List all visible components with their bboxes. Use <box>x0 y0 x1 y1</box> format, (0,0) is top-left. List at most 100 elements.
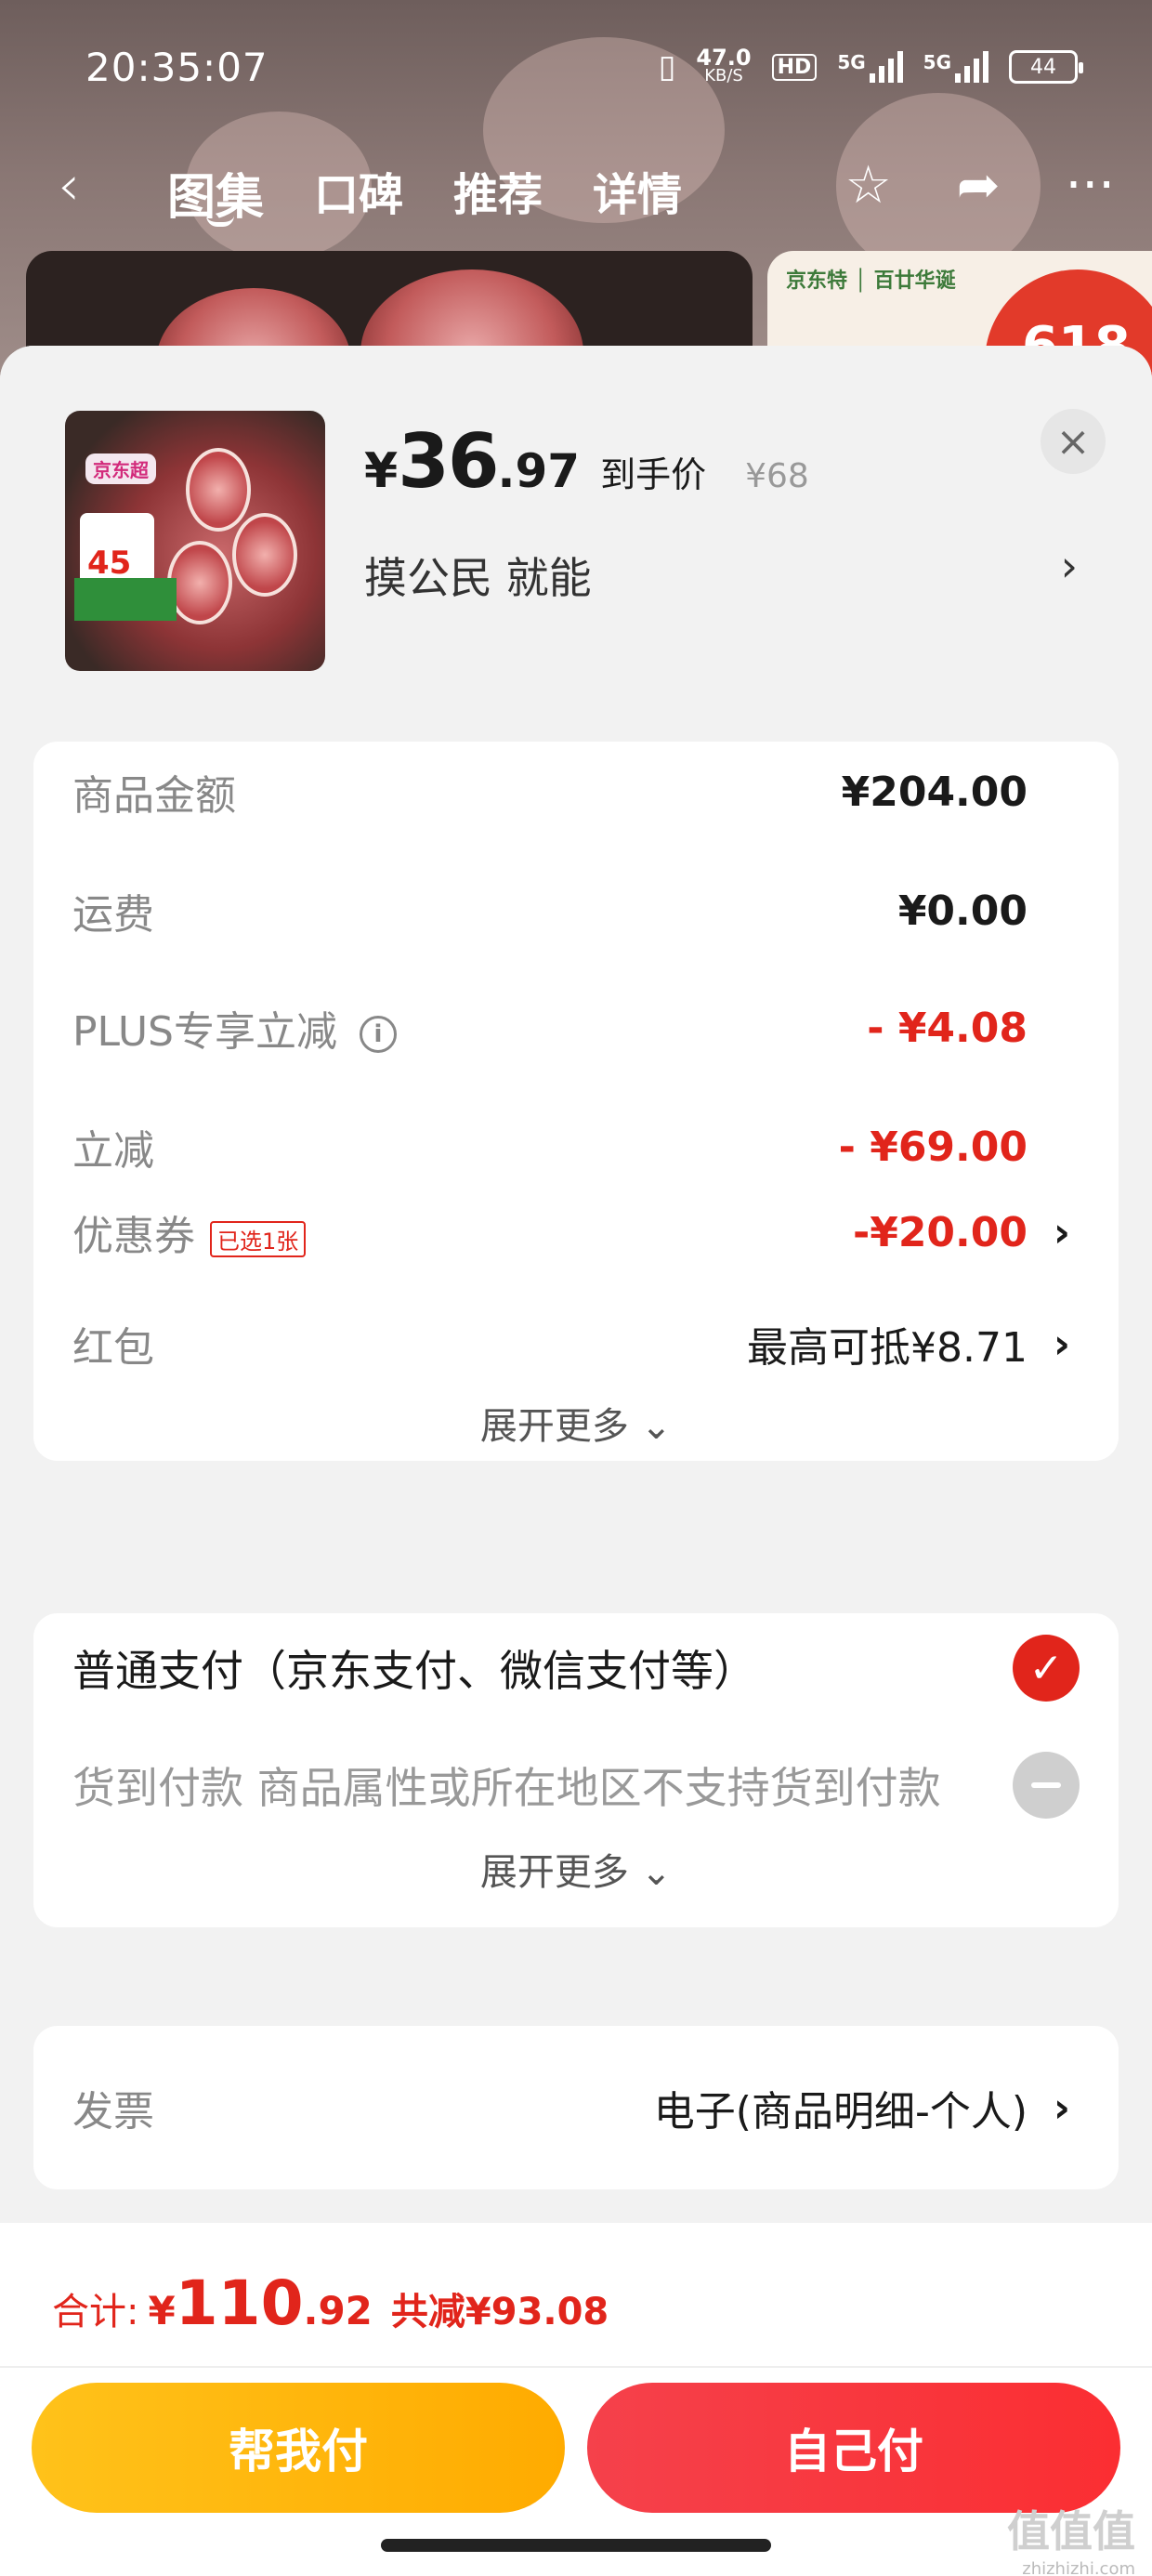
row-label: 发票 <box>72 2088 154 2136</box>
row-label: 优惠券 <box>72 1213 195 1260</box>
payment-card-cont: 展开更多 ⌄ <box>33 1823 1119 1927</box>
divider <box>0 2366 1152 2368</box>
row-label-wrap: 优惠券 已选1张 <box>72 1203 307 1262</box>
checkout-bottom-bar: 合计: ¥ 110 .92 共减¥93.08 帮我付 自己付 值值值 zhizhi… <box>0 2223 1152 2576</box>
row-red-packet[interactable]: 红包 最高可抵¥8.71 › <box>72 1307 1070 1381</box>
chevron-right-icon[interactable]: › <box>1061 541 1078 591</box>
row-value: ¥204.00 <box>841 768 1028 816</box>
share-icon[interactable]: ➦ <box>957 158 1001 214</box>
row-goods-amount: 商品金额 ¥204.00 <box>72 755 1028 829</box>
chevron-left-icon[interactable]: ‹ <box>58 158 80 214</box>
watermark-sub: zhizhizhi.com <box>1022 2559 1135 2576</box>
nav-tabs: 图集 口碑 推荐 详情 <box>167 158 682 228</box>
net-speed-unit: KB/S <box>704 66 743 85</box>
total-currency: ¥ <box>148 2288 176 2333</box>
original-price: ¥68 <box>745 457 809 495</box>
row-label: 立减 <box>72 1127 154 1175</box>
row-value: - ¥4.08 <box>867 1004 1028 1052</box>
nav-actions: ☆ ➦ ··· <box>844 158 1115 214</box>
chevron-down-icon: ⌄ <box>640 1405 673 1448</box>
row-value: -¥20.00 <box>852 1208 1028 1256</box>
row-value: - ¥69.00 <box>838 1123 1028 1171</box>
status-time: 20:35:07 <box>85 45 268 90</box>
signal-label: 5G <box>923 51 951 73</box>
close-icon[interactable]: × <box>1041 409 1106 474</box>
watermark-text: 值值值 <box>1007 2506 1135 2556</box>
expand-more-summary[interactable]: 展开更多 ⌄ <box>33 1396 1119 1450</box>
row-coupon[interactable]: 优惠券 已选1张 -¥20.00 › <box>72 1195 1070 1269</box>
price-summary-card: 商品金额 ¥204.00 运费 ¥0.00 PLUS专享立减 i - ¥4.08 … <box>33 742 1119 1219</box>
row-label-wrap: PLUS专享立减 i <box>72 998 397 1058</box>
thumb-price: 45 <box>87 545 132 582</box>
chevron-down-icon: ⌄ <box>640 1851 673 1894</box>
total-saved: 共减¥93.08 <box>390 2291 609 2333</box>
chevron-right-icon[interactable]: › <box>1054 2084 1070 2132</box>
tab-reviews[interactable]: 口碑 <box>314 158 403 228</box>
payment-option-normal[interactable]: 普通支付（京东支付、微信支付等） ✓ <box>72 1626 1080 1710</box>
row-invoice[interactable]: 发票 电子(商品明细-个人) › <box>72 2070 1070 2145</box>
status-bar: 20:35:07 ▯ 47.0 KB/S HD 5G 5G 44 <box>0 0 1152 139</box>
tab-recommend[interactable]: 推荐 <box>453 158 543 228</box>
signal-label: 5G <box>837 51 866 73</box>
net-speed: 47.0 KB/S <box>696 45 752 85</box>
promo-brand: 京东特 │ 百廿华诞 <box>786 269 956 293</box>
star-icon[interactable]: ☆ <box>844 158 891 214</box>
expand-more-payment[interactable]: 展开更多 ⌄ <box>33 1842 1119 1896</box>
home-indicator[interactable] <box>381 2539 771 2552</box>
row-label: 商品金额 <box>72 772 236 820</box>
thumb-jd-tag: 京东超 <box>85 453 156 484</box>
total-label: 合计: <box>52 2291 139 2333</box>
row-label: 运费 <box>72 891 154 939</box>
disabled-icon <box>1013 1752 1080 1819</box>
payment-option-label: 普通支付（京东支付、微信支付等） <box>72 1646 756 1696</box>
hd-icon: HD <box>771 53 818 81</box>
price-currency: ¥ <box>364 443 399 499</box>
battery-level: 44 <box>1030 55 1056 79</box>
meat-rib-image <box>232 513 297 597</box>
product-thumbnail: 京东超 45 <box>65 411 325 671</box>
sku-selector[interactable]: 摸公民 就能 <box>364 545 592 606</box>
final-price: ¥ 36 .97 到手价 ¥68 <box>364 418 809 505</box>
vibrate-icon: ▯ <box>658 48 676 85</box>
more-icon[interactable]: ··· <box>1066 158 1115 214</box>
payment-option-label: 货到付款 商品属性或所在地区不支持货到付款 <box>72 1763 941 1813</box>
payment-option-cod: 货到付款 商品属性或所在地区不支持货到付款 <box>72 1743 1080 1827</box>
friend-pay-button[interactable]: 帮我付 <box>32 2383 565 2513</box>
invoice-card[interactable]: 发票 电子(商品明细-个人) › <box>33 2026 1119 2189</box>
total-integer: 110 <box>175 2267 304 2339</box>
row-plus-discount: PLUS专享立减 i - ¥4.08 <box>72 991 1028 1065</box>
top-nav: ‹ 图集 口碑 推荐 详情 ☆ ➦ ··· <box>0 149 1152 232</box>
battery-icon: 44 <box>1009 50 1083 84</box>
price-decimal: .97 <box>497 444 581 498</box>
product-header: 京东超 45 ¥ 36 .97 到手价 ¥68 × 摸公民 就能 › <box>0 346 1152 736</box>
meat-rib-image <box>167 541 232 624</box>
signal-5g-icon: 5G <box>923 51 988 83</box>
order-total: 合计: ¥ 110 .92 共减¥93.08 <box>52 2267 609 2339</box>
row-shipping: 运费 ¥0.00 <box>72 874 1028 948</box>
watermark-logo: 值值值 zhizhizhi.com <box>1007 2498 1135 2576</box>
self-pay-button[interactable]: 自己付 <box>587 2383 1120 2513</box>
signal-5g-icon: 5G <box>837 51 903 83</box>
row-value: 最高可抵¥8.71 <box>747 1324 1028 1372</box>
coupon-selected-tag: 已选1张 <box>210 1220 307 1257</box>
row-label: 红包 <box>72 1324 154 1372</box>
status-icons: ▯ 47.0 KB/S HD 5G 5G 44 <box>658 45 1083 85</box>
tab-details[interactable]: 详情 <box>593 158 682 228</box>
chevron-right-icon[interactable]: › <box>1054 1209 1070 1256</box>
net-speed-value: 47.0 <box>696 45 752 71</box>
price-summary-card-cont: 优惠券 已选1张 -¥20.00 › 红包 最高可抵¥8.71 › 展开更多 ⌄ <box>33 1182 1119 1461</box>
row-value: ¥0.00 <box>897 887 1028 935</box>
expand-label: 展开更多 <box>479 1851 629 1894</box>
thumb-strip <box>74 578 177 621</box>
meat-rib-image <box>186 448 251 532</box>
row-instant-discount: 立减 - ¥69.00 <box>72 1110 1028 1184</box>
row-label: PLUS专享立减 <box>72 1008 337 1056</box>
check-icon[interactable]: ✓ <box>1013 1635 1080 1702</box>
payment-card: 普通支付（京东支付、微信支付等） ✓ 货到付款 商品属性或所在地区不支持货到付款 <box>33 1613 1119 1829</box>
row-value: 电子(商品明细-个人) <box>653 2088 1028 2136</box>
info-icon[interactable]: i <box>360 1016 397 1053</box>
price-label: 到手价 <box>600 454 707 495</box>
price-integer: 36 <box>398 418 499 505</box>
expand-label: 展开更多 <box>479 1405 629 1448</box>
chevron-right-icon[interactable]: › <box>1054 1321 1070 1368</box>
